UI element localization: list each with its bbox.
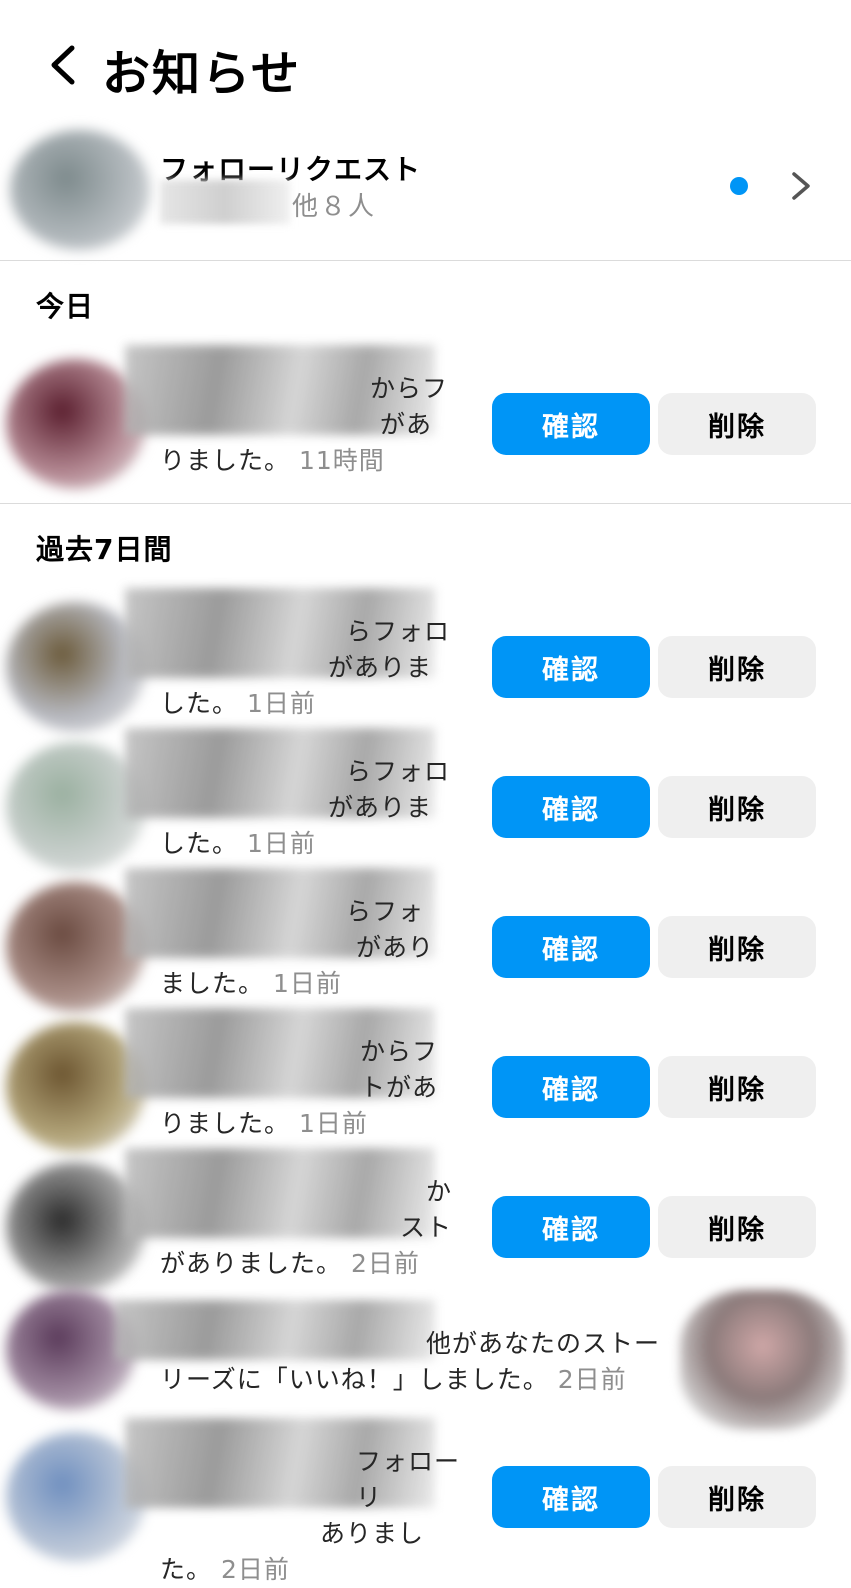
delete-button[interactable]: 削除 xyxy=(658,393,816,455)
confirm-button[interactable]: 確認 xyxy=(492,1056,650,1118)
notification-text: からフ があ りました。 11時間 xyxy=(160,374,449,475)
notification-text: か スト がありました。 2日前 xyxy=(160,1177,453,1278)
notification-text: らフォ があり ました。 1日前 xyxy=(160,897,435,998)
notification-text: 他があなたのストー リーズに「いいね！」しました。 2日前 xyxy=(160,1329,661,1394)
notification-text: らフォロ がありま した。 1日前 xyxy=(160,757,451,858)
header: お知らせ xyxy=(0,0,851,120)
delete-button[interactable]: 削除 xyxy=(658,1056,816,1118)
list-item: らフォロ がありま した。 1日前 確認 削除 xyxy=(0,588,851,738)
section-title-today: 今日 xyxy=(36,290,95,323)
follow-requests-count: 他８人 xyxy=(292,192,377,222)
list-item: か スト がありました。 2日前 確認 削除 xyxy=(0,1148,851,1298)
list-item: フォローリ ありまし た。 2日前 確認 削除 xyxy=(0,1418,851,1584)
notification-text: からフ トがあ りました。 1日前 xyxy=(160,1037,439,1138)
confirm-button[interactable]: 確認 xyxy=(492,1196,650,1258)
list-item: 他があなたのストー リーズに「いいね！」しました。 2日前 xyxy=(0,1290,851,1430)
list-item: らフォ があり ました。 1日前 確認 削除 xyxy=(0,868,851,1018)
notification-text: らフォロ がありま した。 1日前 xyxy=(160,617,451,718)
confirm-button[interactable]: 確認 xyxy=(492,393,650,455)
delete-button[interactable]: 削除 xyxy=(658,1466,816,1528)
avatar xyxy=(10,130,150,250)
divider xyxy=(0,260,851,261)
list-item: らフォロ がありま した。 1日前 確認 削除 xyxy=(0,728,851,878)
page-title: お知らせ xyxy=(102,46,302,102)
list-item: からフ トがあ りました。 1日前 確認 削除 xyxy=(0,1008,851,1158)
follow-requests-row[interactable]: フォローリクエスト 他８人 xyxy=(0,120,851,260)
unread-dot xyxy=(730,177,748,195)
delete-button[interactable]: 削除 xyxy=(658,1196,816,1258)
confirm-button[interactable]: 確認 xyxy=(492,916,650,978)
chevron-left-icon[interactable] xyxy=(40,40,90,90)
confirm-button[interactable]: 確認 xyxy=(492,636,650,698)
section-title-past-7-days: 過去7日間 xyxy=(36,533,173,566)
confirm-button[interactable]: 確認 xyxy=(492,1466,650,1528)
divider xyxy=(0,503,851,504)
story-thumbnail[interactable] xyxy=(680,1290,845,1430)
redacted-name xyxy=(160,180,290,224)
delete-button[interactable]: 削除 xyxy=(658,636,816,698)
notification-text: フォローリ ありまし た。 2日前 xyxy=(160,1447,461,1584)
delete-button[interactable]: 削除 xyxy=(658,916,816,978)
confirm-button[interactable]: 確認 xyxy=(492,776,650,838)
chevron-right-icon xyxy=(792,172,810,200)
list-item: からフ があ りました。 11時間 確認 削除 xyxy=(0,345,851,495)
delete-button[interactable]: 削除 xyxy=(658,776,816,838)
